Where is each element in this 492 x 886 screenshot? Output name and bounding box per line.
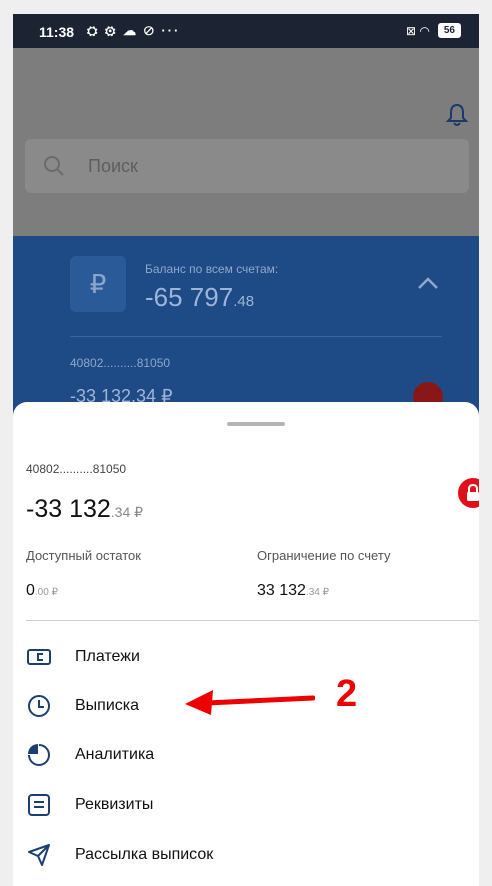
limit-cents: .34 ₽ (305, 587, 329, 598)
payment-card-icon (27, 649, 51, 665)
menu-item-details[interactable]: Реквизиты (13, 782, 479, 828)
available-balance-value: 0.00 ₽ (26, 582, 58, 600)
notification-icons: ⛭ ⚙ ☁ ⊘ ··· (87, 23, 181, 38)
menu-item-label: Реквизиты (75, 796, 154, 813)
drag-handle[interactable] (227, 422, 285, 426)
search-icon (44, 156, 64, 176)
ruble-icon: ₽ (70, 256, 126, 312)
annotation-number: 2 (336, 673, 358, 715)
details-lines-icon (28, 794, 50, 816)
status-time: 11:38 (39, 24, 75, 40)
search-bar[interactable]: Поиск (25, 139, 469, 193)
divider (26, 620, 479, 621)
pie-chart-icon (28, 744, 50, 766)
phone-screen: 11:38 ⛭ ⚙ ☁ ⊘ ··· ⊠ ◠ 56 Поиск ₽ Баланс … (13, 14, 479, 886)
total-balance-main: -65 797 (145, 282, 234, 312)
annotation-arrow-icon (185, 690, 315, 715)
menu-item-label: Аналитика (75, 746, 155, 763)
account-balance-main: -33 132 (26, 495, 111, 523)
account-number: 40802..........81050 (26, 462, 127, 476)
chevron-up-icon[interactable] (417, 276, 439, 290)
account-limit-value: 33 132.34 ₽ (257, 582, 329, 600)
status-right: ⊠ ◠ 56 (406, 23, 461, 38)
divider (70, 336, 442, 337)
send-plane-icon (28, 844, 50, 866)
menu-item-label: Рассылка выписок (75, 846, 214, 863)
total-balance-label: Баланс по всем счетам: (145, 262, 279, 276)
status-bar: 11:38 ⛭ ⚙ ☁ ⊘ ··· ⊠ ◠ 56 (13, 14, 479, 48)
signal-wifi-icon: ⊠ ◠ (406, 23, 430, 38)
battery-icon: 56 (437, 23, 461, 38)
search-placeholder: Поиск (88, 156, 138, 176)
bell-icon[interactable] (445, 102, 469, 128)
bg-account-number: 40802..........81050 (70, 356, 171, 370)
menu-item-payments[interactable]: Платежи (13, 634, 479, 680)
lock-icon[interactable] (458, 478, 479, 508)
menu-item-label: Платежи (75, 648, 140, 665)
available-balance-label: Доступный остаток (26, 548, 141, 563)
total-balance-cents: .48 (233, 293, 255, 310)
account-bottom-sheet: 40802..........81050 -33 132.34 ₽ Доступ… (13, 402, 479, 886)
account-balance: -33 132.34 ₽ (26, 495, 143, 524)
menu-item-analytics[interactable]: Аналитика (13, 732, 479, 778)
account-balance-cents: .34 ₽ (110, 504, 144, 520)
account-limit-label: Ограничение по счету (257, 548, 391, 563)
menu-item-label: Выписка (75, 697, 140, 714)
available-main: 0 (26, 582, 35, 599)
menu-item-statement-mailing[interactable]: Рассылка выписок (13, 832, 479, 878)
total-balance-amount: -65 797.48 (145, 282, 254, 313)
available-cents: .00 ₽ (34, 587, 58, 598)
limit-main: 33 132 (257, 582, 306, 599)
clock-icon (28, 695, 50, 717)
